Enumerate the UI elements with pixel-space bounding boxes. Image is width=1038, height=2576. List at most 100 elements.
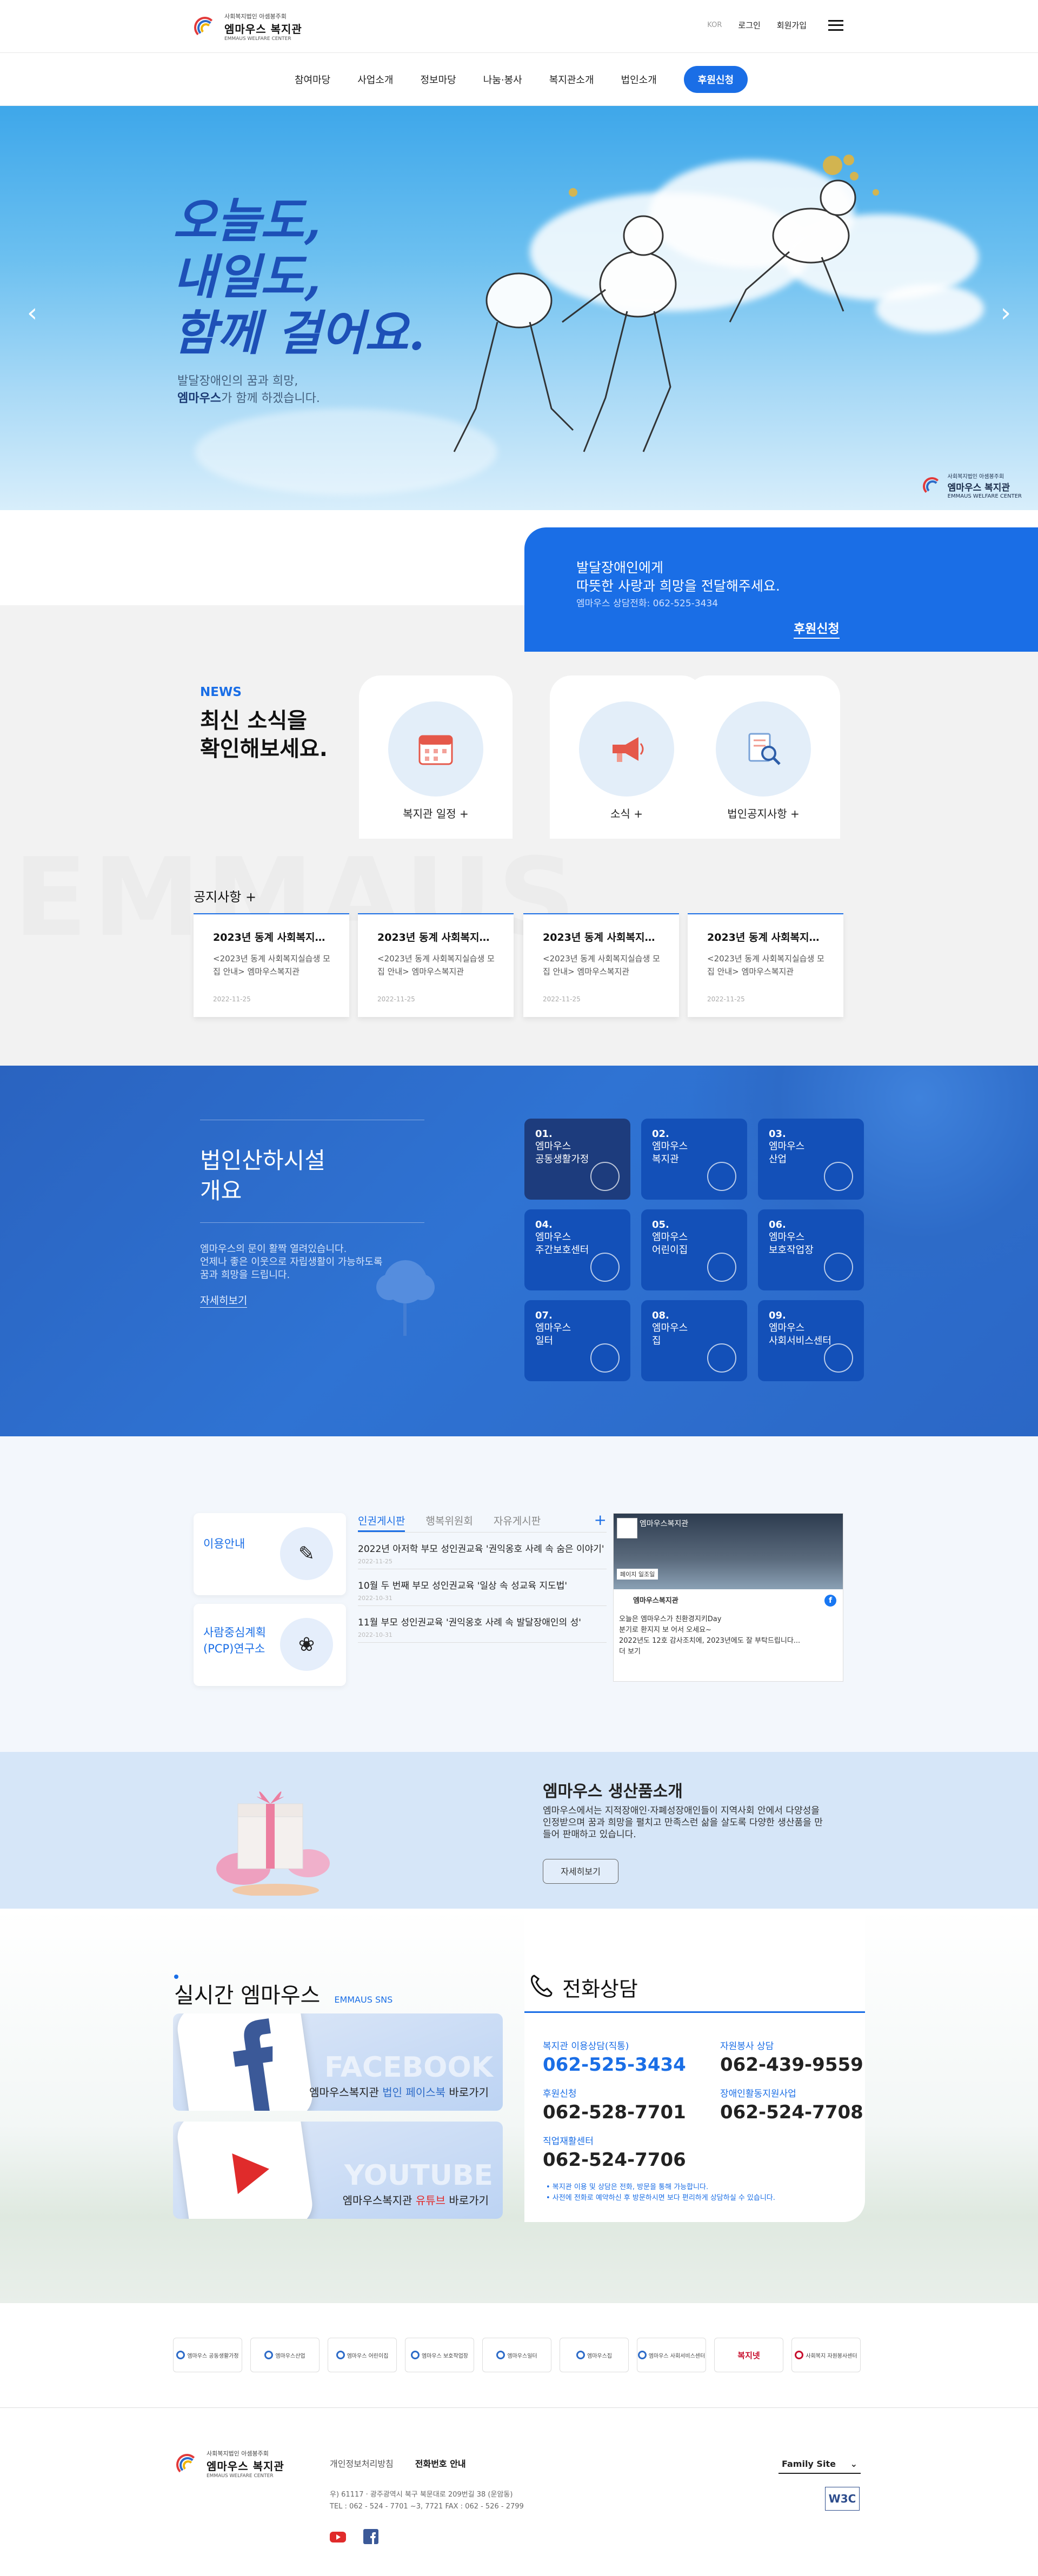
facebook-like-button[interactable]: 페이지 일조일 bbox=[617, 1569, 658, 1580]
facebook-logo-icon bbox=[175, 2013, 315, 2111]
partner-banner[interactable]: 엠마우스집 bbox=[560, 2338, 629, 2372]
donation-apply-button[interactable]: 후원신청 bbox=[683, 66, 748, 93]
partner-logo-icon bbox=[637, 2351, 647, 2359]
w3c-badge[interactable]: W3C bbox=[825, 2487, 860, 2511]
partner-banner[interactable]: 복지넷 bbox=[714, 2338, 783, 2372]
partner-banner[interactable]: 엠마우스 공동생활가정 bbox=[173, 2338, 242, 2372]
nav-item-center[interactable]: 복지관소개 bbox=[549, 72, 594, 86]
notice-card[interactable]: 2023년 동계 사회복지실습생 모집 <2023년 동계 사회복지실습생 모집… bbox=[523, 913, 679, 1017]
partner-logo-icon bbox=[336, 2351, 345, 2359]
building-icon bbox=[707, 1162, 736, 1191]
notice-body: <2023년 동계 사회복지실습생 모집 안내> 엠마우스복지관 bbox=[543, 954, 660, 976]
language-select[interactable]: KOR bbox=[707, 21, 722, 29]
donation-link-button[interactable]: 후원신청 bbox=[794, 618, 840, 639]
board-list-item[interactable]: 10월 두 번째 부모 성인권교육 '일상 속 성교육 지도법' 2022-10-… bbox=[358, 1569, 607, 1606]
youtube-icon[interactable] bbox=[330, 2529, 346, 2545]
notice-title: 2023년 동계 사회복지실습생 모집 bbox=[707, 932, 826, 944]
facebook-page-name: 엠마우스복지관 bbox=[640, 1520, 689, 1528]
board-more-plus-icon[interactable]: + bbox=[594, 1511, 607, 1529]
youtube-watermark: YOUTUBE bbox=[344, 2159, 493, 2192]
news-card-schedule[interactable]: 복지관 일정 + bbox=[359, 675, 513, 839]
facebook-icon[interactable] bbox=[363, 2529, 380, 2545]
tab-free-board[interactable]: 자유게시판 bbox=[494, 1513, 541, 1532]
board-list-item[interactable]: 2022년 아저학 부모 성인권교육 '권익옹호 사례 속 숨은 이야기' 202… bbox=[358, 1533, 607, 1569]
partner-banners: 엠마우스 공동생활가정 엠마우스산업 엠마우스 어린이집 엠마우스 보호작업장 … bbox=[0, 2303, 1038, 2408]
phone-number-item[interactable]: 자원봉사 상담 062-439-9559 bbox=[720, 2038, 863, 2076]
youtube-logo-icon bbox=[175, 2122, 315, 2219]
board-tabs: 인권게시판 행복위원회 자유게시판 + bbox=[358, 1511, 607, 1533]
partner-banner[interactable]: 엠마우스 사회서비스센터 bbox=[637, 2338, 706, 2372]
nav-item-business[interactable]: 사업소개 bbox=[357, 72, 393, 86]
pcp-lab-box[interactable]: 사람중심계획 (PCP)연구소 ❀ bbox=[194, 1604, 346, 1686]
news-card-corp-notice[interactable]: 법인공지사항 + bbox=[687, 675, 840, 839]
site-logo[interactable]: 사회복지법인 아셈봉주회 엠마우스 복지관 EMMAUS WELFARE CEN… bbox=[192, 12, 302, 42]
facility-card-workshop[interactable]: 06. 엠마우스 보호작업장 bbox=[758, 1209, 864, 1290]
partner-banner[interactable]: 엠마우스 어린이집 bbox=[328, 2338, 397, 2372]
privacy-policy-link[interactable]: 개인정보처리방침 bbox=[330, 2457, 394, 2470]
facebook-widget[interactable]: 엠마우스복지관 페이지 일조일 f 엠마우스복지관 오늘은 엠마우스가 친환경지… bbox=[613, 1513, 843, 1682]
facility-card-social-service[interactable]: 09. 엠마우스 사회서비스센터 bbox=[758, 1300, 864, 1381]
products-desc: 엠마우스에서는 지적장애인·자폐성장애인들이 지역사회 안에서 다양성을 인정받… bbox=[543, 1805, 823, 1840]
target-icon bbox=[824, 1253, 853, 1282]
nav-item-info[interactable]: 정보마당 bbox=[420, 72, 456, 86]
logo-mark-icon bbox=[192, 14, 219, 41]
logo-en: EMMAUS WELFARE CENTER bbox=[224, 36, 291, 42]
partner-banner[interactable]: 엠마우스 보호작업장 bbox=[405, 2338, 474, 2372]
tab-human-rights[interactable]: 인권게시판 bbox=[358, 1513, 405, 1532]
top-bar: 사회복지법인 아셈봉주회 엠마우스 복지관 EMMAUS WELFARE CEN… bbox=[0, 0, 1038, 53]
facebook-link-card[interactable]: FACEBOOK 엠마우스복지관 법인 페이스북 바로가기 bbox=[173, 2013, 503, 2111]
facility-card-home[interactable]: 08. 엠마우스 집 bbox=[641, 1300, 747, 1381]
nav-item-volunteer[interactable]: 나눔·봉사 bbox=[483, 72, 522, 86]
facilities-more-link[interactable]: 자세히보기 bbox=[200, 1293, 248, 1308]
notice-section-title[interactable]: 공지사항 + bbox=[194, 886, 256, 905]
products-more-button[interactable]: 자세히보기 bbox=[543, 1859, 618, 1884]
notice-date: 2022-11-25 bbox=[707, 995, 745, 1003]
products-section: 엠마우스 생산품소개 엠마우스에서는 지적장애인·자폐성장애인들이 지역사회 안… bbox=[0, 1752, 1038, 1909]
phone-guide-link[interactable]: 전화번호 안내 bbox=[415, 2457, 466, 2470]
phone-number-item[interactable]: 직업재활센터 062-524-7706 bbox=[543, 2133, 686, 2171]
nav-item-participation[interactable]: 참여마당 bbox=[295, 72, 330, 86]
phone-number-item[interactable]: 복지관 이용상담(직통) 062-525-3434 bbox=[543, 2038, 686, 2076]
phone-icon bbox=[531, 1975, 553, 1997]
flower-pot-icon: ❀ bbox=[280, 1618, 333, 1671]
news-card-news[interactable]: 소식 + bbox=[550, 675, 703, 839]
partner-banner[interactable]: 엠마우스일터 bbox=[482, 2338, 551, 2372]
phone-consult-title: 전화상담 bbox=[562, 1977, 638, 2001]
utility-menu: KOR 로그인 회원가입 bbox=[707, 19, 843, 31]
notice-card[interactable]: 2023년 동계 사회복지실습생 모집 <2023년 동계 사회복지실습생 모집… bbox=[688, 913, 843, 1017]
facility-card-kindergarten[interactable]: 05. 엠마우스 어린이집 bbox=[641, 1209, 747, 1290]
notice-card[interactable]: 2023년 동계 사회복지실습생 모집 <2023년 동계 사회복지실습생 모집… bbox=[194, 913, 349, 1017]
hero-subtext: 발달장애인의 꿈과 희망, 엠마우스가 함께 하겠습니다. bbox=[177, 374, 320, 405]
facility-card-workplace[interactable]: 07. 엠마우스 일터 bbox=[524, 1300, 630, 1381]
login-link[interactable]: 로그인 bbox=[738, 19, 760, 31]
board-list-item[interactable]: 11월 부모 성인권교육 '권익옹호 사례 속 발달장애인의 성' 2022-10… bbox=[358, 1606, 607, 1643]
hamburger-menu-icon[interactable] bbox=[828, 19, 843, 31]
facility-card-group-home[interactable]: 01. 엠마우스 공동생활가정 bbox=[524, 1119, 630, 1200]
tab-happiness-committee[interactable]: 행복위원회 bbox=[425, 1513, 473, 1532]
facility-card-industry[interactable]: 03. 엠마우스 산업 bbox=[758, 1119, 864, 1200]
notice-body: <2023년 동계 사회복지실습생 모집 안내> 엠마우스복지관 bbox=[213, 954, 330, 976]
partner-banner[interactable]: 엠마우스산업 bbox=[250, 2338, 320, 2372]
facebook-post: 엠마우스복지관 오늘은 엠마우스가 친환경지키Day 분기로 환지지 보 어서 … bbox=[619, 1597, 801, 1656]
usage-guide-box[interactable]: 이용안내 ✎ bbox=[194, 1513, 346, 1595]
notice-card[interactable]: 2023년 동계 사회복지실습생 모집 <2023년 동계 사회복지실습생 모집… bbox=[358, 913, 514, 1017]
facility-card-day-care[interactable]: 04. 엠마우스 주간보호센터 bbox=[524, 1209, 630, 1290]
facilities-section: 법인산하시설 개요 엠마우스의 문이 활짝 열려있습니다. 언제나 좋은 이웃으로 … bbox=[0, 1066, 1038, 1436]
join-link[interactable]: 회원가입 bbox=[777, 19, 807, 31]
family-site-select[interactable]: Family Site ⌄ bbox=[778, 2454, 861, 2474]
hero-prev-arrow-icon[interactable]: ‹ bbox=[27, 298, 37, 328]
news-heading: NEWS 최신 소식을 확인해보세요. bbox=[200, 685, 328, 763]
youtube-link-card[interactable]: YOUTUBE 엠마우스복지관 유튜브 바로가기 bbox=[173, 2122, 503, 2219]
nav-item-corporation[interactable]: 법인소개 bbox=[621, 72, 657, 86]
basket-icon bbox=[824, 1162, 853, 1191]
phone-number-item[interactable]: 후원신청 062-528-7701 bbox=[543, 2086, 686, 2123]
badge-name: 엠마우스 복지관 bbox=[947, 483, 1010, 493]
donation-text: 발달장애인에게 따뜻한 사랑과 희망을 전달해주세요. bbox=[576, 560, 780, 594]
phone-number-item[interactable]: 장애인활동지원사업 062-524-7708 bbox=[720, 2086, 863, 2123]
partner-banner[interactable]: 사회복지 자원봉사센터 bbox=[791, 2338, 861, 2372]
facility-card-welfare-center[interactable]: 02. 엠마우스 복지관 bbox=[641, 1119, 747, 1200]
hero-next-arrow-icon[interactable]: › bbox=[1001, 298, 1011, 328]
facebook-link-label: 엠마우스복지관 법인 페이스북 바로가기 bbox=[309, 2086, 489, 2099]
news-card-label: 소식 + bbox=[610, 807, 643, 820]
footer-logo[interactable]: 사회복지법인 아셈봉주회 엠마우스 복지관 EMMAUS WELFARE CEN… bbox=[174, 2449, 284, 2479]
